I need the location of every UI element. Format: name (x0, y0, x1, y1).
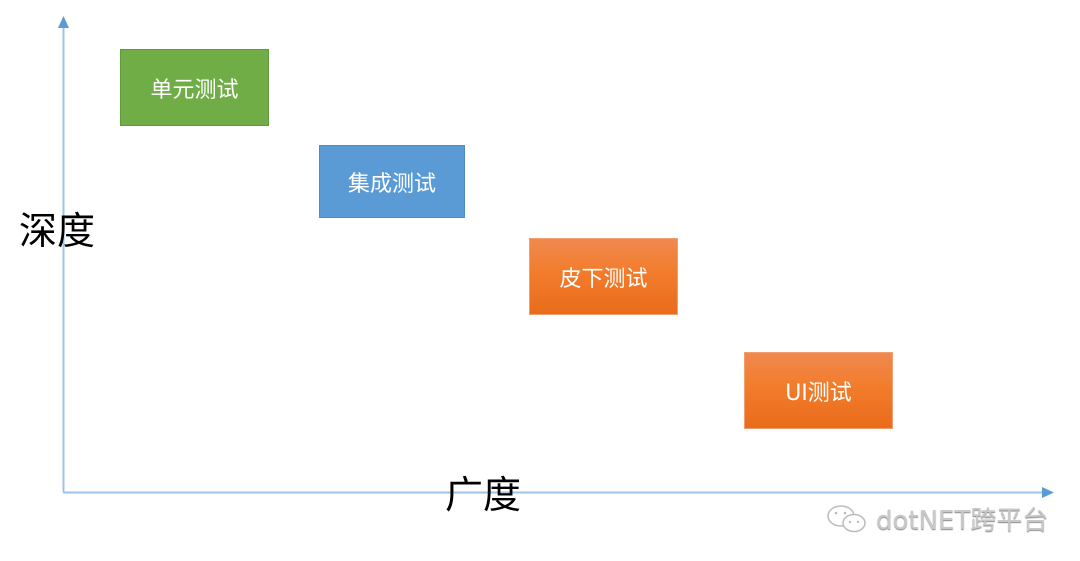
x-axis-arrow (1042, 487, 1054, 498)
box-label: 皮下测试 (559, 266, 648, 292)
box-subcutaneous-test: 皮下测试 (529, 238, 678, 315)
wechat-icon (827, 504, 866, 532)
box-label: 单元测试 (150, 77, 239, 103)
box-integration-test: 集成测试 (319, 145, 465, 218)
box-label: 集成测试 (347, 171, 436, 197)
box-label: UI测试 (785, 380, 852, 406)
box-ui-test: UI测试 (744, 352, 893, 429)
x-axis-label: 广度 (445, 473, 522, 517)
watermark-text: dotNET跨平台 (876, 506, 1049, 536)
y-axis-label: 深度 (19, 209, 96, 253)
watermark: dotNET跨平台 (826, 500, 1048, 537)
box-unit-test: 单元测试 (120, 49, 269, 126)
y-axis-arrow (58, 16, 69, 28)
